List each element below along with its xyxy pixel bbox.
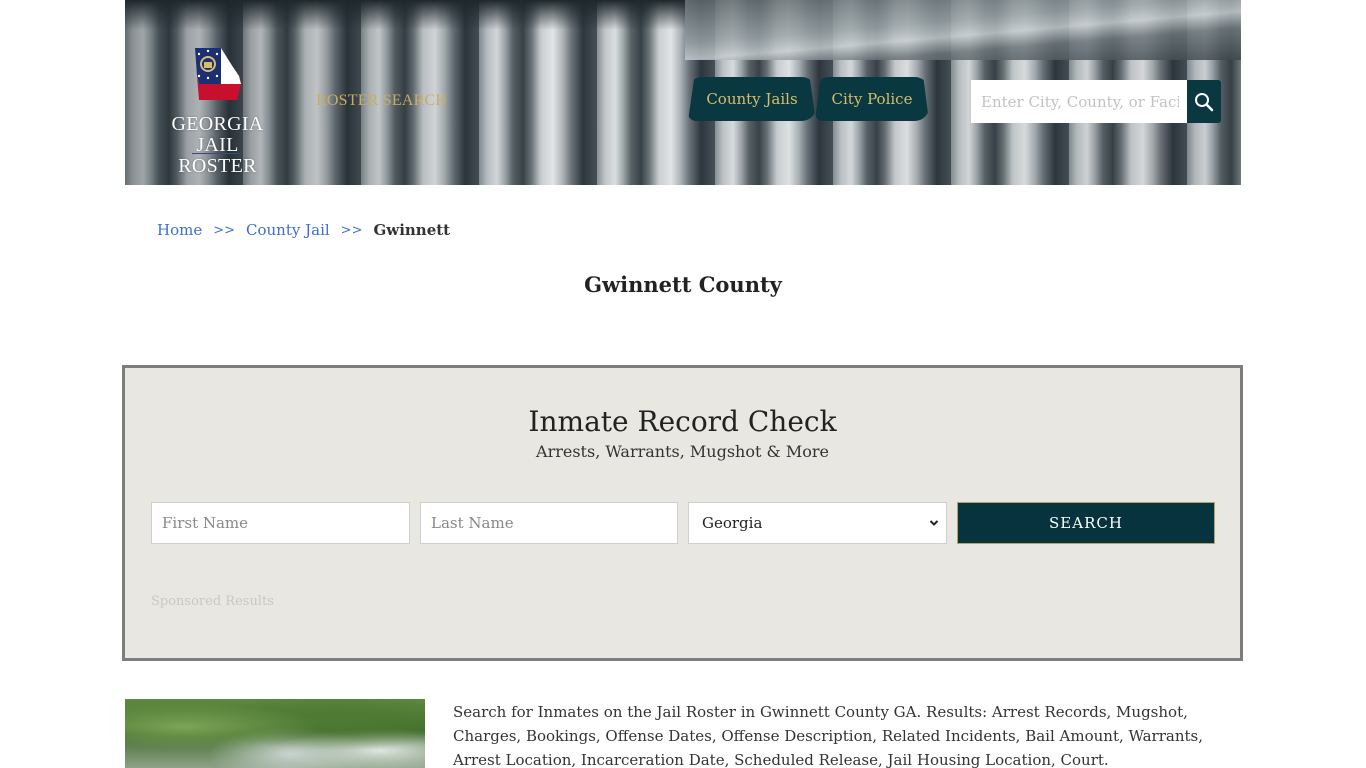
- header-search-button[interactable]: [1187, 80, 1221, 123]
- panel-title: Inmate Record Check: [528, 405, 837, 438]
- record-search-button[interactable]: SEARCH: [957, 502, 1215, 544]
- panel-subtitle: Arrests, Warrants, Mugshot & More: [536, 442, 829, 461]
- breadcrumb-county-jail[interactable]: County Jail: [246, 221, 330, 239]
- last-name-input[interactable]: [420, 502, 678, 544]
- inmate-record-check-panel: Inmate Record Check Arrests, Warrants, M…: [122, 365, 1243, 661]
- breadcrumb-home[interactable]: Home: [157, 221, 202, 239]
- header-background-shade: [125, 0, 685, 30]
- breadcrumb: Home >> County Jail >> Gwinnett: [157, 221, 450, 239]
- breadcrumb-separator: >>: [213, 222, 236, 238]
- logo-line-2: JAIL ROSTER: [178, 134, 257, 177]
- nav-tab-county-jails[interactable]: County Jails: [688, 77, 816, 121]
- logo-line-1: GEORGIA: [171, 113, 264, 135]
- facility-search-input[interactable]: [971, 80, 1187, 123]
- state-select-value: Georgia: [702, 514, 763, 532]
- site-logo[interactable]: GEORGIA JAIL ROSTER: [155, 46, 280, 177]
- chevron-down-icon: [929, 520, 939, 526]
- breadcrumb-separator: >>: [340, 222, 363, 238]
- site-header: GEORGIA JAIL ROSTER ROSTER SEARCH County…: [125, 0, 1241, 185]
- nav-tab-city-police[interactable]: City Police: [815, 77, 929, 121]
- breadcrumb-current: Gwinnett: [373, 221, 451, 239]
- header-search: [971, 80, 1221, 123]
- page-title: Gwinnett County: [584, 272, 782, 297]
- search-icon: [1195, 92, 1214, 111]
- header-background-shelf: [685, 0, 1241, 60]
- georgia-flag-map-icon: [195, 48, 241, 100]
- first-name-input[interactable]: [151, 502, 410, 544]
- county-description: Search for Inmates on the Jail Roster in…: [453, 703, 1203, 768]
- state-select[interactable]: Georgia: [688, 502, 947, 544]
- sponsored-results-label: Sponsored Results: [151, 594, 274, 609]
- county-facility-image: [125, 699, 425, 768]
- logo-text: GEORGIA JAIL ROSTER: [155, 114, 280, 177]
- roster-search-link[interactable]: ROSTER SEARCH: [316, 92, 447, 110]
